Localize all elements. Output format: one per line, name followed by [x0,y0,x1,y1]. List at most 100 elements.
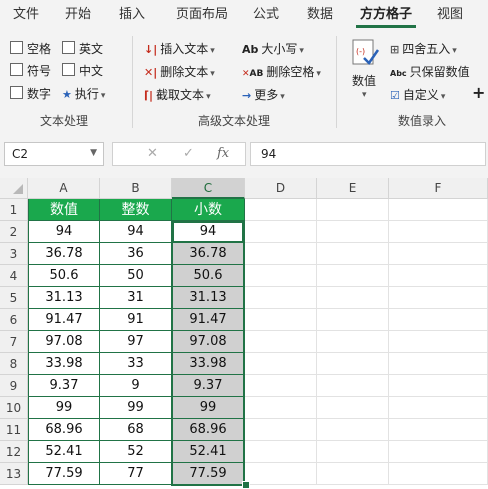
select-all-corner[interactable] [0,178,28,199]
table-cell[interactable] [317,331,389,353]
tab-view[interactable]: 视图 [428,0,472,30]
table-cell[interactable]: 36 [100,243,172,265]
cancel-icon[interactable]: ✕ [147,146,158,161]
table-cell[interactable]: 52 [100,441,172,463]
custom-button[interactable]: ☑ 自定义 ▾ [390,86,445,103]
table-cell[interactable]: 97.08 [28,331,100,353]
tab-file[interactable]: 文件 [4,0,48,30]
checkbox-symbol[interactable]: 符号 [10,62,51,79]
table-cell[interactable] [245,375,317,397]
row-header-3[interactable]: 3 [0,243,28,265]
table-cell[interactable] [389,309,488,331]
row-header-10[interactable]: 10 [0,397,28,419]
table-cell[interactable] [317,199,389,221]
round-button[interactable]: ⊞ 四舍五入 ▾ [390,40,457,57]
table-cell[interactable] [389,243,488,265]
row-header-9[interactable]: 9 [0,375,28,397]
column-header-D[interactable]: D [245,178,317,199]
header-cell[interactable]: 数值 [28,199,100,221]
table-cell[interactable] [245,331,317,353]
execute-button[interactable]: ★ 执行 ▾ [62,85,105,102]
row-header-6[interactable]: 6 [0,309,28,331]
table-cell[interactable]: 68 [100,419,172,441]
table-cell[interactable]: 31.13 [28,287,100,309]
table-cell[interactable] [245,309,317,331]
table-cell[interactable]: 91 [100,309,172,331]
table-cell[interactable] [317,243,389,265]
table-cell[interactable]: 33 [100,353,172,375]
row-header-5[interactable]: 5 [0,287,28,309]
table-cell[interactable] [245,287,317,309]
table-cell[interactable] [389,221,488,243]
table-cell[interactable] [389,441,488,463]
column-header-E[interactable]: E [317,178,389,199]
numeric-button[interactable]: (-) 数值 ▾ [348,38,382,102]
table-cell[interactable] [389,463,488,485]
delete-text-button[interactable]: ✕| 删除文本 ▾ [144,63,215,80]
checkbox-english[interactable]: 英文 [62,40,103,57]
table-cell[interactable] [317,397,389,419]
table-cell[interactable]: 9.37 [28,375,100,397]
table-cell[interactable] [317,309,389,331]
chevron-down-icon[interactable]: ▼ [90,148,97,158]
checkbox-chinese[interactable]: 中文 [62,62,103,79]
table-cell[interactable] [245,199,317,221]
table-cell[interactable] [317,353,389,375]
header-cell[interactable]: 整数 [100,199,172,221]
table-cell[interactable] [317,419,389,441]
table-cell[interactable]: 97 [100,331,172,353]
insert-text-button[interactable]: ↓| 插入文本 ▾ [144,40,215,57]
column-header-A[interactable]: A [28,178,100,199]
more-button[interactable]: → 更多 ▾ [242,86,285,103]
table-cell[interactable] [245,463,317,485]
keep-numbers-button[interactable]: Abc 只保留数值 [390,63,470,80]
table-cell[interactable] [245,243,317,265]
extract-text-button[interactable]: ⌈| 截取文本 ▾ [144,86,211,103]
checkbox-number[interactable]: 数字 [10,85,51,102]
table-cell[interactable]: 77.59 [28,463,100,485]
row-header-4[interactable]: 4 [0,265,28,287]
row-header-13[interactable]: 13 [0,463,28,485]
table-cell[interactable] [389,287,488,309]
table-cell[interactable]: 99 [100,397,172,419]
column-header-F[interactable]: F [389,178,488,199]
table-cell[interactable]: 91.47 [28,309,100,331]
table-cell[interactable] [245,397,317,419]
table-cell[interactable] [245,265,317,287]
checkbox-space[interactable]: 空格 [10,40,51,57]
row-header-11[interactable]: 11 [0,419,28,441]
table-cell[interactable]: 99 [28,397,100,419]
row-header-12[interactable]: 12 [0,441,28,463]
table-cell[interactable] [389,375,488,397]
table-cell[interactable] [317,463,389,485]
table-cell[interactable]: 94 [28,221,100,243]
table-cell[interactable] [317,441,389,463]
table-cell[interactable] [317,375,389,397]
name-box[interactable]: C2 ▼ [4,142,104,166]
table-cell[interactable] [389,397,488,419]
table-cell[interactable] [245,441,317,463]
table-cell[interactable] [245,419,317,441]
tab-data[interactable]: 数据 [298,0,342,30]
case-button[interactable]: Ab 大小写 ▾ [242,40,304,57]
tab-insert[interactable]: 插入 [110,0,154,30]
table-cell[interactable] [389,353,488,375]
table-cell[interactable] [317,287,389,309]
table-cell[interactable]: 9 [100,375,172,397]
tab-formulas[interactable]: 公式 [244,0,288,30]
table-cell[interactable]: 77 [100,463,172,485]
table-cell[interactable] [317,221,389,243]
table-cell[interactable] [245,353,317,375]
table-cell[interactable] [389,265,488,287]
table-cell[interactable] [245,221,317,243]
formula-input[interactable]: 94 [250,142,486,166]
confirm-icon[interactable]: ✓ [183,146,194,161]
table-cell[interactable] [389,419,488,441]
table-cell[interactable] [317,265,389,287]
table-cell[interactable]: 94 [100,221,172,243]
row-header-2[interactable]: 2 [0,221,28,243]
row-header-8[interactable]: 8 [0,353,28,375]
ribbon-more-icon[interactable]: + [472,83,485,102]
column-header-C[interactable]: C [172,178,245,199]
tab-page-layout[interactable]: 页面布局 [168,0,236,30]
